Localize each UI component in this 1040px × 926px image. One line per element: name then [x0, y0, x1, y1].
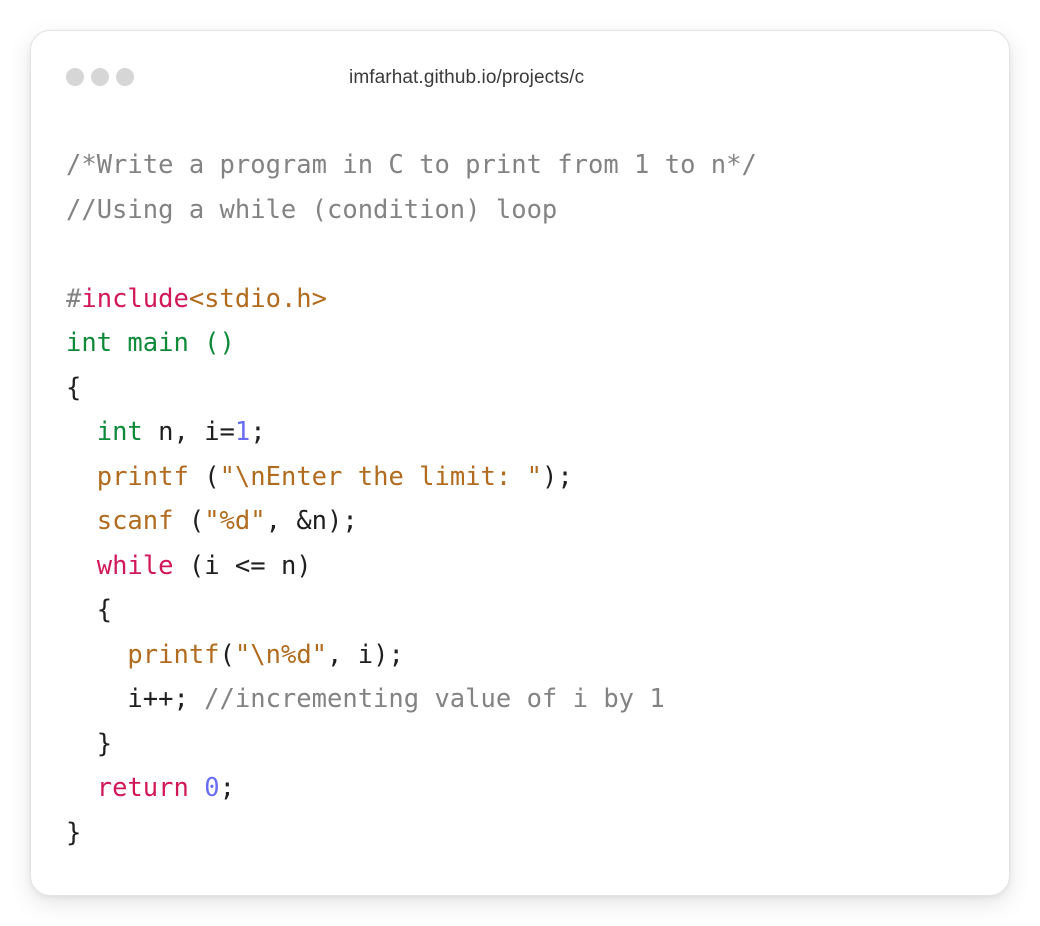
code-token-plain: ( — [173, 506, 205, 536]
code-token-plain: ( — [219, 639, 235, 670]
code-line: printf ("\nEnter the limit: "); — [66, 455, 757, 500]
code-token-header: <stdio.h> — [188, 283, 327, 314]
code-token-number: 0 — [204, 773, 220, 803]
code-line: { — [66, 588, 757, 633]
code-line: scanf ("%d", &n); — [66, 499, 757, 544]
code-line: //Using a while (condition) loop — [66, 188, 757, 233]
code-token-plain: i++; — [66, 684, 205, 714]
code-token-plain: ( — [188, 461, 220, 492]
code-line: while (i <= n) — [66, 544, 757, 589]
code-token-plain: } — [66, 728, 113, 759]
code-token-type: int main () — [66, 328, 235, 358]
code-token-comment: /*Write a program in C to print from 1 t… — [66, 150, 757, 180]
code-token-type: int — [96, 417, 143, 447]
code-line: /*Write a program in C to print from 1 t… — [66, 143, 757, 188]
code-line: } — [66, 722, 757, 767]
code-token-plain: , i); — [327, 639, 404, 670]
code-token-string: "%d" — [204, 506, 266, 536]
title-bar: imfarhat.github.io/projects/c — [31, 31, 1009, 127]
window-controls — [66, 68, 134, 86]
code-line: return 0; — [66, 766, 757, 811]
code-line: ​ — [66, 232, 757, 277]
code-token-plain: , &n); — [265, 506, 358, 536]
code-line: { — [66, 366, 757, 411]
code-line: printf("\n%d", i); — [66, 633, 757, 678]
maximize-dot-icon[interactable] — [116, 68, 134, 86]
code-token-comment: //Using a while (condition) loop — [66, 194, 558, 225]
code-token-plain: { — [66, 372, 82, 403]
code-line: i++; //incrementing value of i by 1 — [66, 677, 757, 722]
code-token-plain: { — [66, 595, 113, 625]
code-token-plain: } — [66, 817, 82, 848]
code-line: int main () — [66, 321, 757, 366]
code-line: int n, i=1; — [66, 410, 757, 455]
code-token-func: printf — [96, 461, 189, 492]
code-token-func: scanf — [96, 506, 174, 536]
code-token-comment: //incrementing value of i by 1 — [204, 684, 665, 714]
window-url: imfarhat.github.io/projects/c — [349, 67, 585, 88]
code-token-hash: # — [66, 283, 82, 314]
code-window: imfarhat.github.io/projects/c /*Write a … — [30, 30, 1010, 896]
code-token-number: 1 — [234, 417, 251, 447]
code-token-plain: n, i= — [142, 417, 235, 447]
code-token-include: include — [81, 283, 189, 314]
code-token-plain: ); — [541, 461, 573, 492]
code-token-string: "\n%d" — [234, 639, 328, 670]
code-token-plain: ; — [219, 773, 235, 803]
code-token-func: printf — [127, 639, 220, 670]
code-token-plain: (i <= n) — [173, 550, 312, 581]
minimize-dot-icon[interactable] — [91, 68, 109, 86]
code-token-string: "\nEnter the limit: " — [219, 461, 542, 492]
code-token-plain: ; — [250, 417, 266, 447]
close-dot-icon[interactable] — [66, 68, 84, 86]
code-line: } — [66, 811, 757, 856]
code-token-keyword: return — [96, 773, 189, 803]
code-block: /*Write a program in C to print from 1 t… — [66, 143, 757, 855]
code-token-keyword: while — [96, 550, 174, 581]
code-line: #include<stdio.h> — [66, 277, 757, 322]
